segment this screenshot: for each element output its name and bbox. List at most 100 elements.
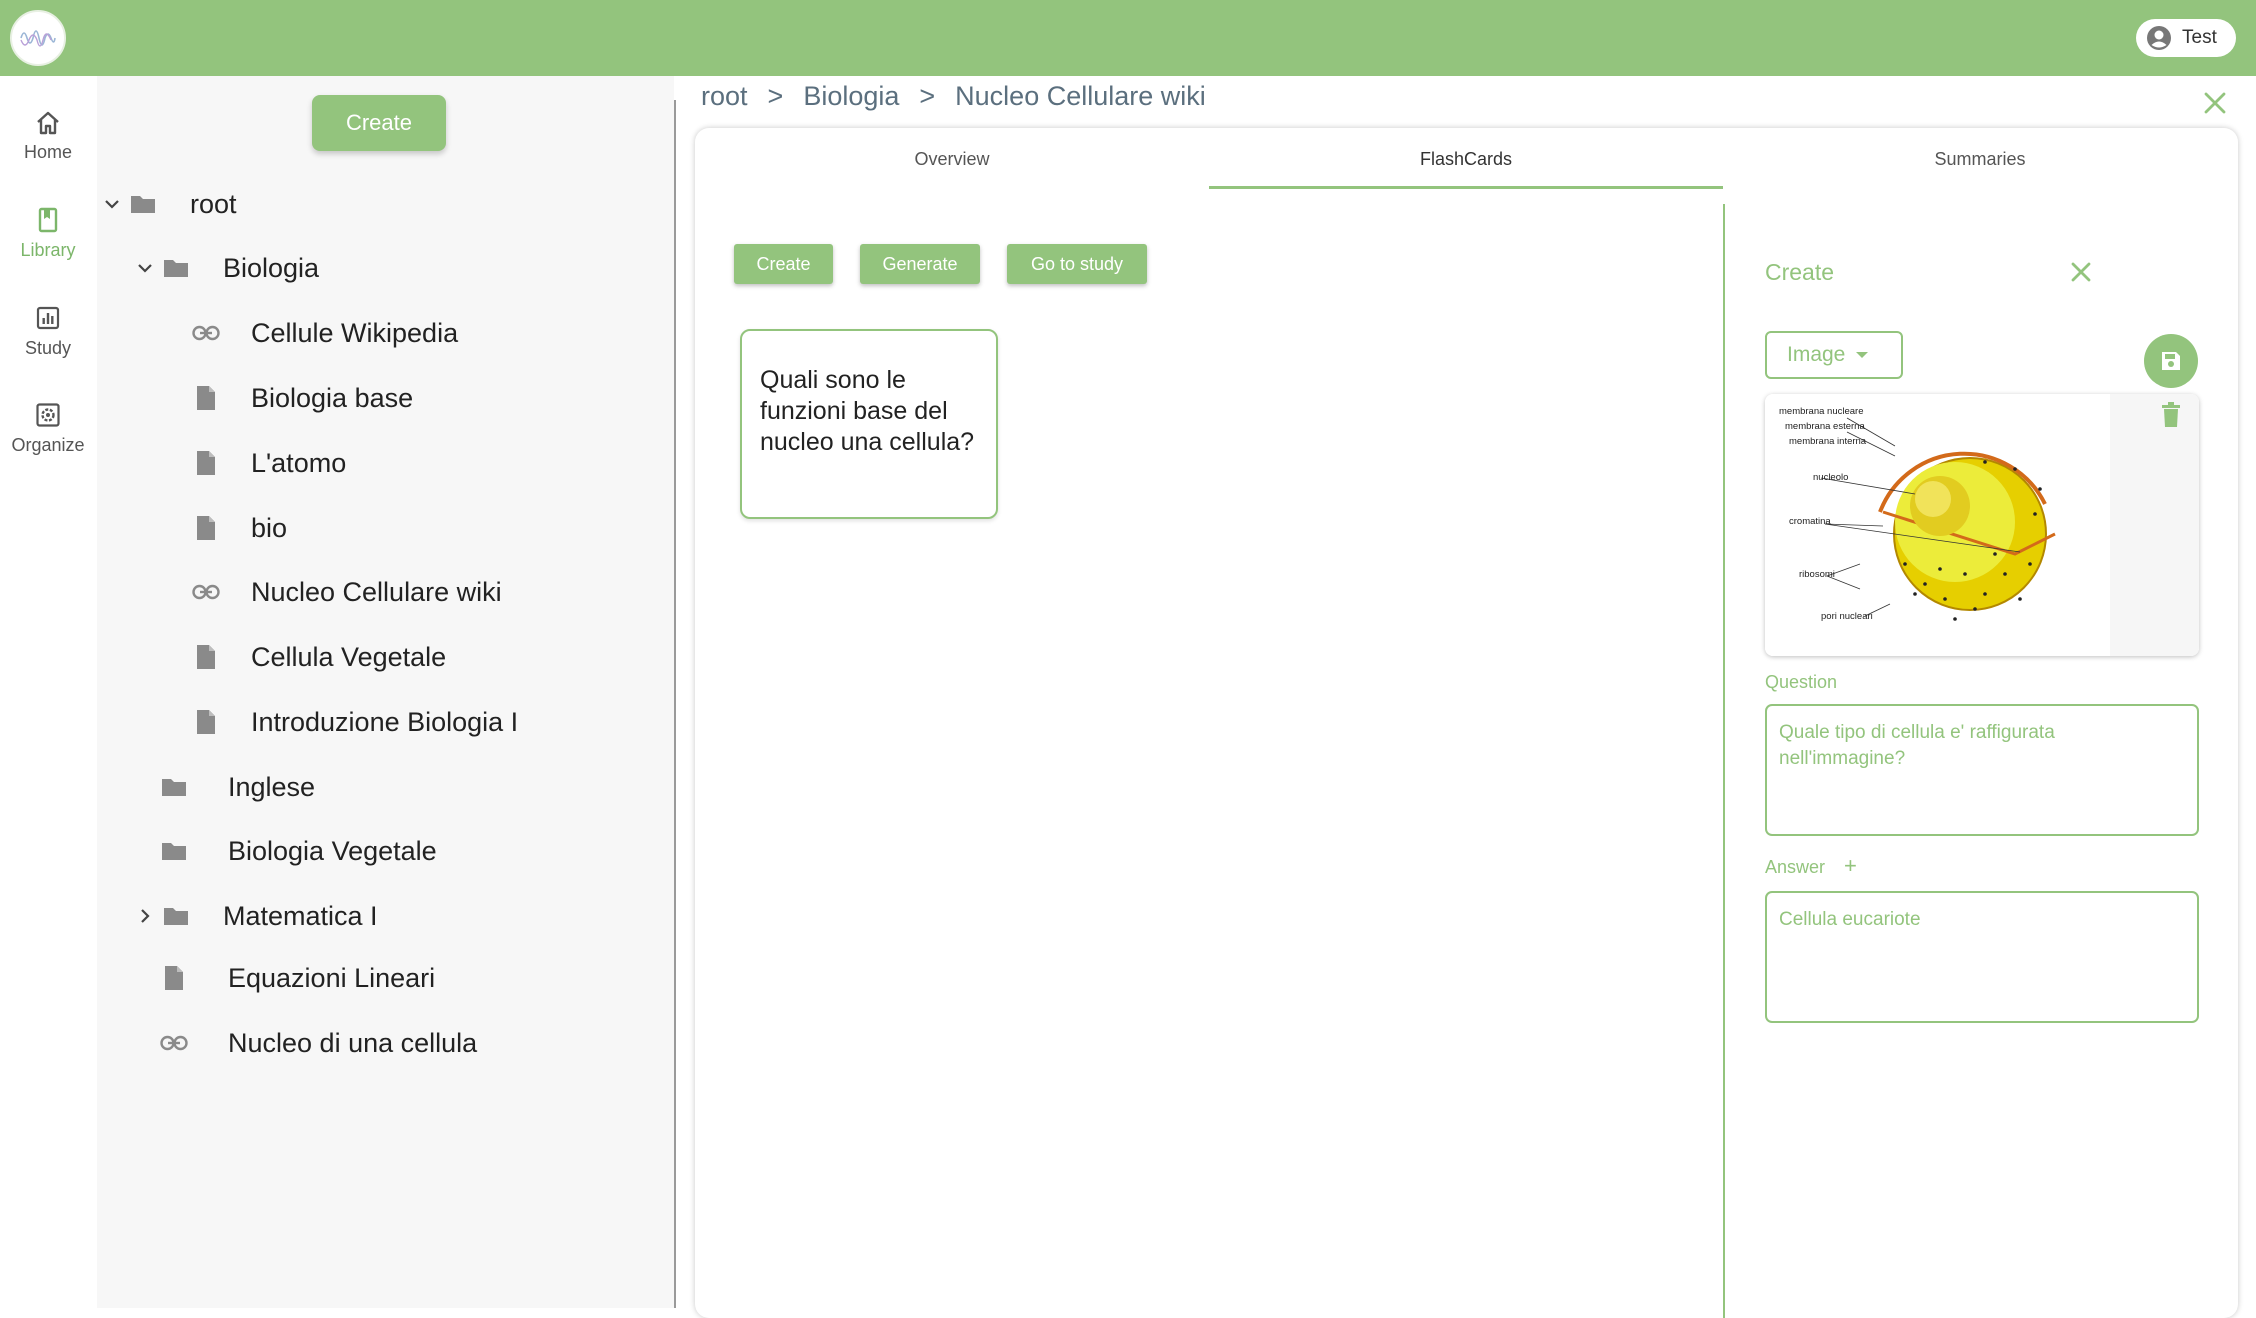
tree-item-label: bio [251,512,288,543]
link-icon [191,325,221,341]
rail-item-study[interactable]: Study [0,304,96,359]
folder-icon [161,904,191,928]
create-button[interactable]: Create [312,95,446,151]
caret-down-icon [1856,352,1869,358]
rail-item-library[interactable]: Library [0,206,96,261]
top-app-bar: Test [0,0,2256,76]
tab-flashcards[interactable]: FlashCards [1209,128,1723,190]
rail-item-organize[interactable]: Organize [0,401,96,456]
document-card: Overview FlashCards Summaries Create Gen… [695,128,2238,1318]
rail-label: Home [23,142,72,162]
nav-rail: Home Library Study Organize [0,76,96,1318]
card-type-value: Image [1787,343,1846,366]
tree-item-cellule-wikipedia[interactable]: Cellule Wikipedia [191,311,458,355]
breadcrumb-biologia[interactable]: Biologia [803,81,899,112]
tree-item-matematica[interactable]: Matematica I [133,894,378,938]
save-button[interactable] [2144,334,2198,388]
home-icon [37,111,59,135]
chevron-down-icon[interactable] [133,259,157,277]
close-editor-icon[interactable] [2069,260,2093,289]
breadcrumb: root > Biologia > Nucleo Cellulare wiki [701,78,1206,114]
rail-label: Study [24,338,72,358]
file-icon [159,964,189,992]
user-menu-button[interactable]: Test [2136,19,2236,57]
file-icon [191,384,221,412]
tab-overview[interactable]: Overview [695,128,1209,190]
create-flashcard-button[interactable]: Create [734,244,833,284]
file-icon [191,643,221,671]
tree-item-equazioni-lineari[interactable]: Equazioni Lineari [159,956,435,1000]
rail-label: Organize [11,435,85,455]
folder-icon [159,839,189,863]
question-label: Question [1765,672,1838,692]
file-icon [191,449,221,477]
tab-label: Summaries [1934,148,2026,169]
breadcrumb-separator: > [767,80,784,111]
user-name: Test [2182,27,2217,48]
tree-item-nucleo-cellulare-wiki[interactable]: Nucleo Cellulare wiki [191,570,502,614]
tab-label: FlashCards [1419,148,1513,169]
tree-item-nucleo-di-una-cellula[interactable]: Nucleo di una cellula [159,1021,477,1065]
save-icon [2162,352,2180,370]
add-answer-button[interactable]: + [1844,853,1857,878]
diagram-label: membrana nucleare [1779,406,1864,417]
tree-item-label: Equazioni Lineari [228,962,436,993]
tree-item-introduzione-biologia[interactable]: Introduzione Biologia I [191,700,518,744]
flashcard[interactable]: Quali sono le funzioni base del nucleo u… [740,329,998,519]
tree-item-label: root [190,188,237,219]
answer-label-text: Answer [1765,857,1826,877]
tree-item-biologia[interactable]: Biologia [133,246,319,290]
file-icon [191,514,221,542]
tree-item-bio[interactable]: bio [191,506,287,550]
tree-item-inglese[interactable]: Inglese [159,765,315,809]
tab-summaries[interactable]: Summaries [1723,128,2237,190]
tree-item-biologia-base[interactable]: Biologia base [191,376,413,420]
breadcrumb-current[interactable]: Nucleo Cellulare wiki [955,81,1206,112]
tab-label: Overview [914,148,990,169]
settings-box-icon [36,403,60,427]
tree-item-label: L'atomo [251,447,347,478]
tree-item-label: Biologia Vegetale [228,835,437,866]
flashcard-question: Quali sono le funzioni base del nucleo u… [760,366,975,456]
diagram-label: ribosomi [1799,569,1835,580]
tree-item-biologia-vegetale[interactable]: Biologia Vegetale [159,829,437,873]
book-icon [38,207,58,233]
cell-nucleus-diagram: membrana nucleare membrana esterna membr… [1765,394,2199,656]
wave-logo-icon[interactable] [10,10,66,66]
tree-item-label: Introduzione Biologia I [251,706,519,737]
tree-item-label: Matematica I [223,900,378,931]
diagram-label: nucleolo [1813,472,1848,483]
tree-item-latomo[interactable]: L'atomo [191,441,346,485]
card-type-select[interactable]: Image [1765,331,1903,379]
question-field[interactable]: Quale tipo di cellula e' raffigurata nel… [1765,704,2199,836]
chevron-down-icon[interactable] [100,195,124,213]
account-circle-icon [2147,26,2171,50]
answer-value: Cellula eucariote [1779,909,1921,930]
chevron-right-icon[interactable] [133,907,157,925]
folder-icon [161,256,191,280]
question-value: Quale tipo di cellula e' raffigurata nel… [1779,722,2055,769]
generate-button[interactable]: Generate [860,244,980,284]
delete-image-icon[interactable] [2160,402,2182,433]
rail-item-home[interactable]: Home [0,110,96,163]
answer-label: Answer + [1765,853,1857,879]
tree-item-label: Nucleo Cellulare wiki [251,576,502,607]
tree-item-label: Nucleo di una cellula [228,1027,478,1058]
panel-divider[interactable] [674,100,676,1308]
answer-field[interactable]: Cellula eucariote [1765,891,2199,1023]
breadcrumb-root[interactable]: root [701,81,748,112]
close-document-icon[interactable] [2202,90,2228,121]
tree-item-cellula-vegetale[interactable]: Cellula Vegetale [191,635,446,679]
link-icon [191,584,221,600]
diagram-label: membrana esterna [1785,421,1865,432]
folder-icon [159,775,189,799]
editor-divider [1723,204,1725,1318]
chart-icon [36,306,60,330]
tree-item-root[interactable]: root [100,182,237,226]
tree-item-label: Biologia base [251,382,414,413]
folder-icon [128,192,158,216]
go-to-study-button[interactable]: Go to study [1007,244,1147,284]
file-icon [191,708,221,736]
rail-label: Library [20,240,76,260]
breadcrumb-separator: > [919,80,936,111]
